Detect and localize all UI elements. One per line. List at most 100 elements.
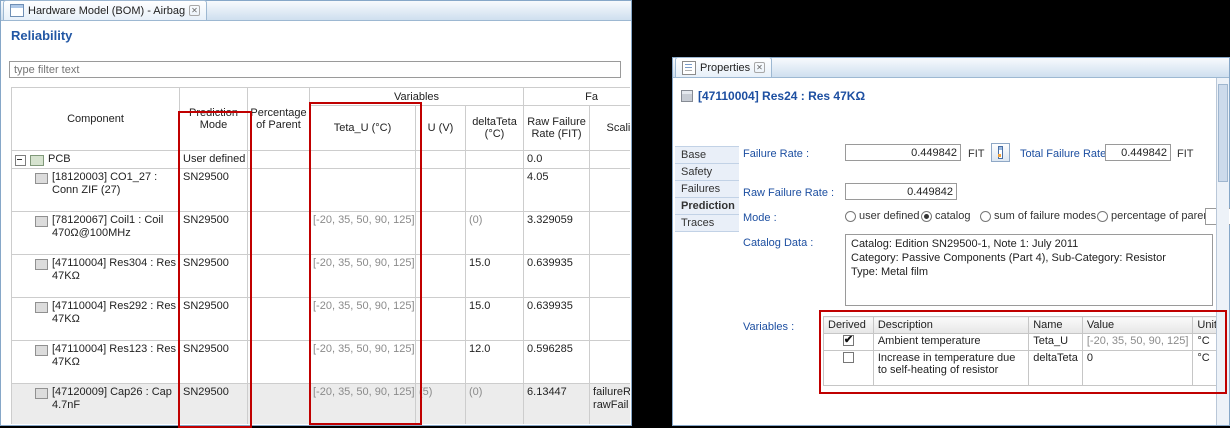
- cell-teta-u: [-20, 35, 50, 90, 125]: [310, 298, 416, 341]
- cell-name: Teta_U: [1029, 334, 1083, 351]
- column-header-raw-failure-rate[interactable]: Raw Failure Rate (FIT): [524, 106, 590, 151]
- nav-item-prediction[interactable]: Prediction: [675, 198, 739, 215]
- radio-icon: [845, 211, 856, 222]
- table-row-res292[interactable]: [47110004] Res292 : Res47KΩ SN29500 [-20…: [12, 298, 631, 341]
- vertical-scrollbar[interactable]: [1216, 78, 1229, 425]
- column-header-scaling[interactable]: Scaling: [590, 106, 630, 151]
- radio-icon: [980, 211, 991, 222]
- bom-table: Component Prediction Mode Percentage of …: [11, 87, 630, 424]
- cell-delta-teta: (0): [466, 212, 524, 255]
- radio-icon: [921, 211, 932, 222]
- cell-delta-teta: [466, 151, 524, 169]
- cell-u: [416, 298, 466, 341]
- part-icon: [35, 302, 48, 313]
- cell-raw-failure-rate: 6.13447: [524, 384, 590, 425]
- cell-percentage: [248, 212, 310, 255]
- cell-teta-u: [-20, 35, 50, 90, 125]: [310, 341, 416, 384]
- column-header-derived[interactable]: Derived: [824, 317, 874, 334]
- collapse-icon[interactable]: [15, 155, 26, 166]
- cell-raw-failure-rate: 4.05: [524, 169, 590, 212]
- filter-input[interactable]: [9, 61, 621, 78]
- calculator-icon: [998, 146, 1003, 159]
- cell-raw-failure-rate: 0.596285: [524, 341, 590, 384]
- catalog-data-text[interactable]: Catalog: Edition SN29500-1, Note 1: July…: [845, 234, 1213, 306]
- table-row-cap26[interactable]: [47120009] Cap26 : Cap4.7nF SN29500 [-20…: [12, 384, 631, 425]
- pcb-icon: [30, 155, 44, 166]
- properties-view-icon: [682, 61, 696, 75]
- mode-label: Mode :: [743, 212, 777, 224]
- column-header-value[interactable]: Value: [1082, 317, 1193, 334]
- bom-tabbar: Hardware Model (BOM) - Airbag ✕: [1, 1, 631, 21]
- cell-raw-failure-rate: 0.0: [524, 151, 590, 169]
- catalog-line: Catalog: Edition SN29500-1, Note 1: July…: [851, 237, 1207, 251]
- scrollbar-thumb[interactable]: [1218, 84, 1228, 182]
- radio-icon: [1097, 211, 1108, 222]
- properties-tabbar: Properties ✕: [673, 58, 1229, 78]
- bom-view: Hardware Model (BOM) - Airbag ✕ Reliabil…: [0, 0, 632, 426]
- catalog-data-label: Catalog Data :: [743, 237, 813, 249]
- recalculate-button[interactable]: [991, 143, 1010, 162]
- cell-description: Increase in temperature due to self-heat…: [873, 351, 1028, 386]
- cell-scaling: [590, 169, 630, 212]
- catalog-line: Category: Passive Components (Part 4), S…: [851, 251, 1207, 265]
- tab-hardware-model-bom[interactable]: Hardware Model (BOM) - Airbag ✕: [3, 0, 207, 20]
- cell-component: [18120003] CO1_27 :Conn ZIF (27): [12, 169, 180, 212]
- cell-raw-failure-rate: 0.639935: [524, 298, 590, 341]
- radio-sum-of-failure-modes[interactable]: sum of failure modes: [980, 210, 1096, 222]
- table-row-res304[interactable]: [47110004] Res304 : Res47KΩ SN29500 [-20…: [12, 255, 631, 298]
- column-header-teta-u[interactable]: Teta_U (°C): [310, 106, 416, 151]
- nav-item-traces[interactable]: Traces: [675, 215, 739, 232]
- cell-teta-u: [310, 169, 416, 212]
- cell-teta-u: [310, 151, 416, 169]
- table-row-co1-27[interactable]: [18120003] CO1_27 :Conn ZIF (27) SN29500…: [12, 169, 631, 212]
- cell-component: [47110004] Res123 : Res47KΩ: [12, 341, 180, 384]
- nav-item-safety[interactable]: Safety: [675, 164, 739, 181]
- checkbox-unchecked-icon[interactable]: [843, 352, 854, 363]
- cell-raw-failure-rate: 3.329059: [524, 212, 590, 255]
- table-row-res123[interactable]: [47110004] Res123 : Res47KΩ SN29500 [-20…: [12, 341, 631, 384]
- table-row-coil1[interactable]: [78120067] Coil1 : Coil470Ω@100MHz SN295…: [12, 212, 631, 255]
- cell-percentage: [248, 384, 310, 425]
- column-header-name[interactable]: Name: [1029, 317, 1083, 334]
- variable-row-delta-teta[interactable]: Increase in temperature due to self-heat…: [824, 351, 1229, 386]
- cell-u: (5): [416, 384, 466, 425]
- close-icon[interactable]: ✕: [754, 62, 765, 73]
- part-icon: [35, 345, 48, 356]
- column-header-delta-teta[interactable]: deltaTeta (°C): [466, 106, 524, 151]
- column-header-prediction-mode[interactable]: Prediction Mode: [180, 88, 248, 151]
- cell-prediction-mode: SN29500: [180, 384, 248, 425]
- radio-catalog[interactable]: catalog: [921, 210, 970, 222]
- total-failure-rate-input[interactable]: [1105, 144, 1171, 161]
- checkbox-checked-icon[interactable]: [843, 335, 854, 346]
- group-header-variables: Variables: [310, 88, 524, 106]
- part-icon: [35, 173, 48, 184]
- part-icon: [35, 216, 48, 227]
- radio-user-defined[interactable]: user defined: [845, 210, 920, 222]
- component-icon: [681, 90, 693, 102]
- cell-percentage: [248, 169, 310, 212]
- cell-scaling: [590, 255, 630, 298]
- column-header-description[interactable]: Description: [873, 317, 1028, 334]
- table-row-pcb[interactable]: PCB User defined 0.0: [12, 151, 631, 169]
- cell-raw-failure-rate: 0.639935: [524, 255, 590, 298]
- raw-failure-rate-label: Raw Failure Rate :: [743, 187, 834, 199]
- close-icon[interactable]: ✕: [189, 5, 200, 16]
- cell-percentage: [248, 151, 310, 169]
- cell-component: [47110004] Res292 : Res47KΩ: [12, 298, 180, 341]
- properties-nav: Base Safety Failures Prediction Traces: [675, 146, 739, 232]
- failure-rate-input[interactable]: [845, 144, 961, 161]
- nav-item-failures[interactable]: Failures: [675, 181, 739, 198]
- cell-percentage: [248, 255, 310, 298]
- raw-failure-rate-input[interactable]: [845, 183, 957, 200]
- variable-row-teta-u[interactable]: Ambient temperature Teta_U [-20, 35, 50,…: [824, 334, 1229, 351]
- column-header-component[interactable]: Component: [12, 88, 180, 151]
- cell-teta-u: [-20, 35, 50, 90, 125]: [310, 212, 416, 255]
- nav-item-base[interactable]: Base: [675, 146, 739, 164]
- column-header-percentage-of-parent[interactable]: Percentage of Parent: [248, 88, 310, 151]
- cell-description: Ambient temperature: [873, 334, 1028, 351]
- column-header-u[interactable]: U (V): [416, 106, 466, 151]
- cell-u: [416, 151, 466, 169]
- cell-component: [47110004] Res304 : Res47KΩ: [12, 255, 180, 298]
- radio-percentage-of-parent[interactable]: percentage of parent:: [1097, 210, 1216, 222]
- tab-properties[interactable]: Properties ✕: [675, 57, 772, 77]
